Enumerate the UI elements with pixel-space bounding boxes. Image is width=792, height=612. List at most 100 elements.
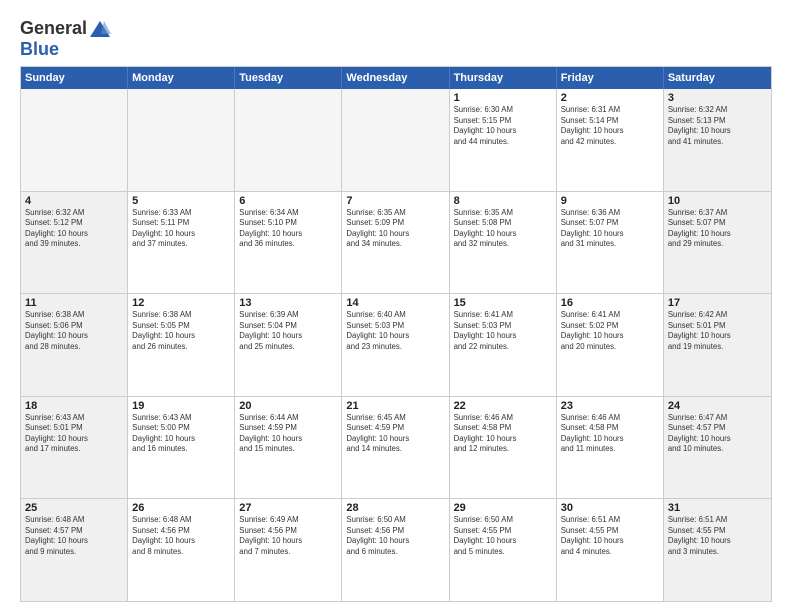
day-number: 5 bbox=[132, 195, 230, 207]
day-info: Sunrise: 6:32 AM Sunset: 5:12 PM Dayligh… bbox=[25, 208, 123, 250]
day-info: Sunrise: 6:37 AM Sunset: 5:07 PM Dayligh… bbox=[668, 208, 767, 250]
day-number: 25 bbox=[25, 502, 123, 514]
day-cell-2: 2Sunrise: 6:31 AM Sunset: 5:14 PM Daylig… bbox=[557, 89, 664, 191]
day-number: 2 bbox=[561, 92, 659, 104]
day-number: 31 bbox=[668, 502, 767, 514]
day-number: 7 bbox=[346, 195, 444, 207]
day-cell-13: 13Sunrise: 6:39 AM Sunset: 5:04 PM Dayli… bbox=[235, 294, 342, 396]
header-day-tuesday: Tuesday bbox=[235, 67, 342, 89]
day-info: Sunrise: 6:48 AM Sunset: 4:56 PM Dayligh… bbox=[132, 515, 230, 557]
day-number: 17 bbox=[668, 297, 767, 309]
day-cell-15: 15Sunrise: 6:41 AM Sunset: 5:03 PM Dayli… bbox=[450, 294, 557, 396]
day-info: Sunrise: 6:51 AM Sunset: 4:55 PM Dayligh… bbox=[668, 515, 767, 557]
day-number: 15 bbox=[454, 297, 552, 309]
day-info: Sunrise: 6:30 AM Sunset: 5:15 PM Dayligh… bbox=[454, 105, 552, 147]
day-cell-16: 16Sunrise: 6:41 AM Sunset: 5:02 PM Dayli… bbox=[557, 294, 664, 396]
day-number: 18 bbox=[25, 400, 123, 412]
day-info: Sunrise: 6:38 AM Sunset: 5:06 PM Dayligh… bbox=[25, 310, 123, 352]
day-cell-11: 11Sunrise: 6:38 AM Sunset: 5:06 PM Dayli… bbox=[21, 294, 128, 396]
day-number: 27 bbox=[239, 502, 337, 514]
day-cell-20: 20Sunrise: 6:44 AM Sunset: 4:59 PM Dayli… bbox=[235, 397, 342, 499]
day-number: 26 bbox=[132, 502, 230, 514]
day-info: Sunrise: 6:49 AM Sunset: 4:56 PM Dayligh… bbox=[239, 515, 337, 557]
day-cell-9: 9Sunrise: 6:36 AM Sunset: 5:07 PM Daylig… bbox=[557, 192, 664, 294]
day-cell-3: 3Sunrise: 6:32 AM Sunset: 5:13 PM Daylig… bbox=[664, 89, 771, 191]
empty-cell bbox=[128, 89, 235, 191]
day-number: 28 bbox=[346, 502, 444, 514]
day-number: 12 bbox=[132, 297, 230, 309]
day-cell-18: 18Sunrise: 6:43 AM Sunset: 5:01 PM Dayli… bbox=[21, 397, 128, 499]
day-number: 19 bbox=[132, 400, 230, 412]
empty-cell bbox=[342, 89, 449, 191]
header-day-monday: Monday bbox=[128, 67, 235, 89]
day-cell-6: 6Sunrise: 6:34 AM Sunset: 5:10 PM Daylig… bbox=[235, 192, 342, 294]
day-info: Sunrise: 6:43 AM Sunset: 5:01 PM Dayligh… bbox=[25, 413, 123, 455]
header-day-wednesday: Wednesday bbox=[342, 67, 449, 89]
day-cell-29: 29Sunrise: 6:50 AM Sunset: 4:55 PM Dayli… bbox=[450, 499, 557, 601]
day-info: Sunrise: 6:31 AM Sunset: 5:14 PM Dayligh… bbox=[561, 105, 659, 147]
day-cell-31: 31Sunrise: 6:51 AM Sunset: 4:55 PM Dayli… bbox=[664, 499, 771, 601]
day-cell-10: 10Sunrise: 6:37 AM Sunset: 5:07 PM Dayli… bbox=[664, 192, 771, 294]
day-cell-24: 24Sunrise: 6:47 AM Sunset: 4:57 PM Dayli… bbox=[664, 397, 771, 499]
day-info: Sunrise: 6:35 AM Sunset: 5:09 PM Dayligh… bbox=[346, 208, 444, 250]
day-info: Sunrise: 6:36 AM Sunset: 5:07 PM Dayligh… bbox=[561, 208, 659, 250]
day-number: 8 bbox=[454, 195, 552, 207]
logo-general-text: General bbox=[20, 18, 87, 39]
day-number: 9 bbox=[561, 195, 659, 207]
day-number: 21 bbox=[346, 400, 444, 412]
day-number: 11 bbox=[25, 297, 123, 309]
day-number: 30 bbox=[561, 502, 659, 514]
day-number: 4 bbox=[25, 195, 123, 207]
day-cell-23: 23Sunrise: 6:46 AM Sunset: 4:58 PM Dayli… bbox=[557, 397, 664, 499]
day-number: 16 bbox=[561, 297, 659, 309]
day-cell-8: 8Sunrise: 6:35 AM Sunset: 5:08 PM Daylig… bbox=[450, 192, 557, 294]
day-cell-5: 5Sunrise: 6:33 AM Sunset: 5:11 PM Daylig… bbox=[128, 192, 235, 294]
day-info: Sunrise: 6:40 AM Sunset: 5:03 PM Dayligh… bbox=[346, 310, 444, 352]
day-number: 23 bbox=[561, 400, 659, 412]
day-cell-1: 1Sunrise: 6:30 AM Sunset: 5:15 PM Daylig… bbox=[450, 89, 557, 191]
calendar-row-1: 1Sunrise: 6:30 AM Sunset: 5:15 PM Daylig… bbox=[21, 89, 771, 191]
day-info: Sunrise: 6:41 AM Sunset: 5:02 PM Dayligh… bbox=[561, 310, 659, 352]
empty-cell bbox=[21, 89, 128, 191]
day-info: Sunrise: 6:38 AM Sunset: 5:05 PM Dayligh… bbox=[132, 310, 230, 352]
day-info: Sunrise: 6:35 AM Sunset: 5:08 PM Dayligh… bbox=[454, 208, 552, 250]
day-cell-19: 19Sunrise: 6:43 AM Sunset: 5:00 PM Dayli… bbox=[128, 397, 235, 499]
day-cell-25: 25Sunrise: 6:48 AM Sunset: 4:57 PM Dayli… bbox=[21, 499, 128, 601]
day-number: 24 bbox=[668, 400, 767, 412]
calendar-row-3: 11Sunrise: 6:38 AM Sunset: 5:06 PM Dayli… bbox=[21, 293, 771, 396]
day-cell-14: 14Sunrise: 6:40 AM Sunset: 5:03 PM Dayli… bbox=[342, 294, 449, 396]
header-day-friday: Friday bbox=[557, 67, 664, 89]
day-info: Sunrise: 6:45 AM Sunset: 4:59 PM Dayligh… bbox=[346, 413, 444, 455]
day-info: Sunrise: 6:43 AM Sunset: 5:00 PM Dayligh… bbox=[132, 413, 230, 455]
day-info: Sunrise: 6:41 AM Sunset: 5:03 PM Dayligh… bbox=[454, 310, 552, 352]
day-cell-21: 21Sunrise: 6:45 AM Sunset: 4:59 PM Dayli… bbox=[342, 397, 449, 499]
day-cell-7: 7Sunrise: 6:35 AM Sunset: 5:09 PM Daylig… bbox=[342, 192, 449, 294]
day-info: Sunrise: 6:50 AM Sunset: 4:55 PM Dayligh… bbox=[454, 515, 552, 557]
day-number: 22 bbox=[454, 400, 552, 412]
day-number: 3 bbox=[668, 92, 767, 104]
day-info: Sunrise: 6:44 AM Sunset: 4:59 PM Dayligh… bbox=[239, 413, 337, 455]
day-cell-4: 4Sunrise: 6:32 AM Sunset: 5:12 PM Daylig… bbox=[21, 192, 128, 294]
day-cell-26: 26Sunrise: 6:48 AM Sunset: 4:56 PM Dayli… bbox=[128, 499, 235, 601]
logo-blue-text: Blue bbox=[20, 39, 59, 60]
day-cell-17: 17Sunrise: 6:42 AM Sunset: 5:01 PM Dayli… bbox=[664, 294, 771, 396]
day-info: Sunrise: 6:50 AM Sunset: 4:56 PM Dayligh… bbox=[346, 515, 444, 557]
header: General Blue bbox=[20, 18, 772, 60]
day-cell-22: 22Sunrise: 6:46 AM Sunset: 4:58 PM Dayli… bbox=[450, 397, 557, 499]
day-number: 1 bbox=[454, 92, 552, 104]
day-info: Sunrise: 6:46 AM Sunset: 4:58 PM Dayligh… bbox=[454, 413, 552, 455]
day-number: 14 bbox=[346, 297, 444, 309]
day-info: Sunrise: 6:33 AM Sunset: 5:11 PM Dayligh… bbox=[132, 208, 230, 250]
day-cell-12: 12Sunrise: 6:38 AM Sunset: 5:05 PM Dayli… bbox=[128, 294, 235, 396]
day-number: 6 bbox=[239, 195, 337, 207]
day-cell-30: 30Sunrise: 6:51 AM Sunset: 4:55 PM Dayli… bbox=[557, 499, 664, 601]
day-info: Sunrise: 6:47 AM Sunset: 4:57 PM Dayligh… bbox=[668, 413, 767, 455]
calendar-row-2: 4Sunrise: 6:32 AM Sunset: 5:12 PM Daylig… bbox=[21, 191, 771, 294]
day-info: Sunrise: 6:51 AM Sunset: 4:55 PM Dayligh… bbox=[561, 515, 659, 557]
day-info: Sunrise: 6:34 AM Sunset: 5:10 PM Dayligh… bbox=[239, 208, 337, 250]
header-day-saturday: Saturday bbox=[664, 67, 771, 89]
day-number: 10 bbox=[668, 195, 767, 207]
calendar-row-5: 25Sunrise: 6:48 AM Sunset: 4:57 PM Dayli… bbox=[21, 498, 771, 601]
day-cell-28: 28Sunrise: 6:50 AM Sunset: 4:56 PM Dayli… bbox=[342, 499, 449, 601]
calendar-body: 1Sunrise: 6:30 AM Sunset: 5:15 PM Daylig… bbox=[21, 89, 771, 601]
